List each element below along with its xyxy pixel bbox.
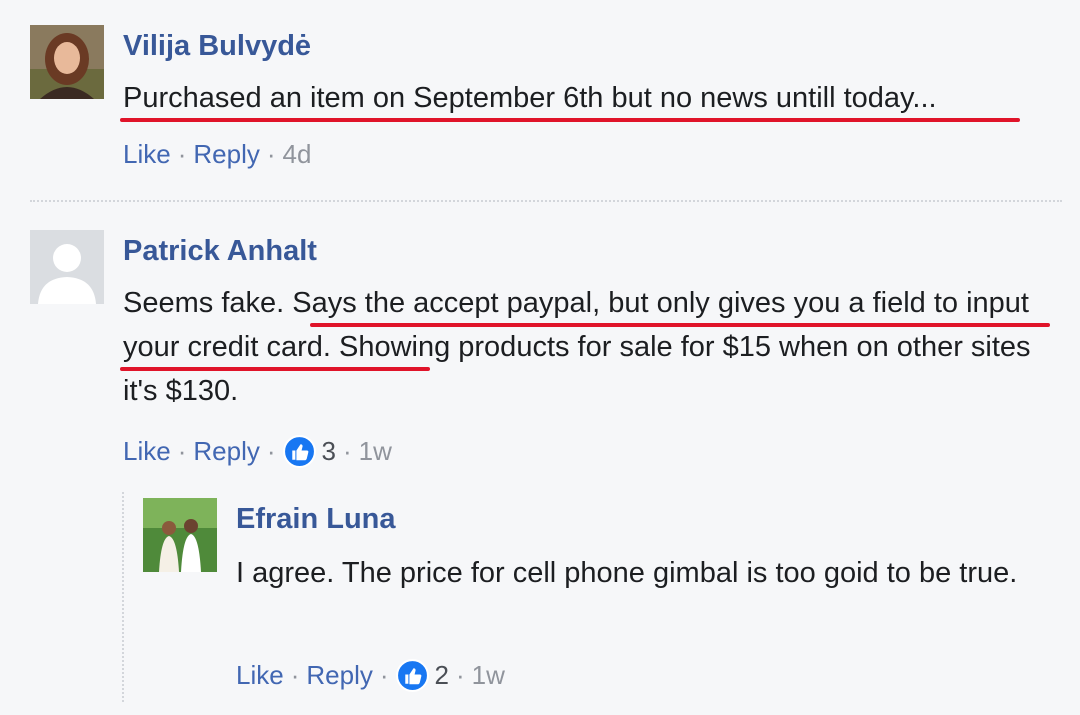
avatar[interactable] xyxy=(143,498,217,572)
separator: · xyxy=(456,660,465,690)
reaction-count[interactable]: 2 xyxy=(435,658,449,692)
profile-photo xyxy=(143,498,217,572)
comment-author[interactable]: Efrain Luna xyxy=(236,502,396,536)
timestamp[interactable]: 1w xyxy=(472,658,505,692)
comment-text: I agree. The price for cell phone gimbal… xyxy=(236,557,1018,589)
thumbs-up-icon[interactable] xyxy=(395,658,429,692)
reply-efrain: Efrain Luna I agree. The price for cell … xyxy=(0,0,1080,715)
like-button[interactable]: Like xyxy=(236,658,284,692)
separator: · xyxy=(379,660,389,690)
reply-button[interactable]: Reply xyxy=(306,658,372,692)
comment-actions: Like · Reply · 2 · 1w xyxy=(236,658,505,692)
separator: · xyxy=(290,660,300,690)
